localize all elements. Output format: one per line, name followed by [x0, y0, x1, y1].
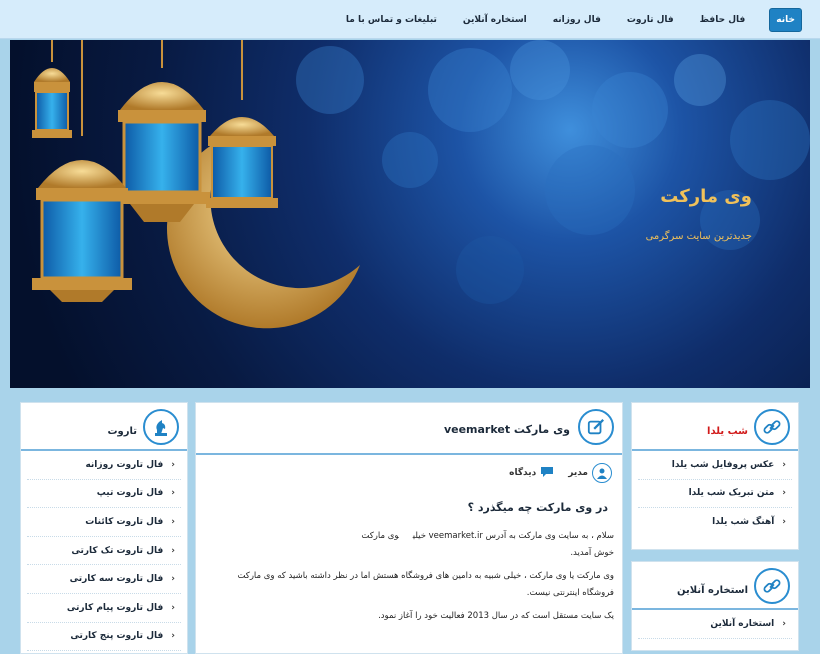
user-icon: [592, 463, 612, 483]
chevron-left-icon: ‹: [171, 631, 175, 642]
paragraph: سلام ، به سایت وی مارکت به آدرس veemarke…: [361, 531, 614, 541]
chevron-left-icon: ‹: [171, 545, 175, 556]
chevron-left-icon: ‹: [782, 517, 786, 528]
chevron-left-icon: ‹: [171, 488, 175, 499]
author-name[interactable]: مدیر: [568, 468, 588, 478]
panel-title: استخاره آنلاین: [677, 585, 748, 596]
nav-hafez[interactable]: فال حافظ: [700, 15, 746, 25]
chevron-left-icon: ‹: [171, 602, 175, 613]
article-title[interactable]: وی مارکت veemarket: [444, 423, 570, 436]
comments-link[interactable]: دیدگاه: [509, 468, 536, 478]
panel-title: شب یلدا: [707, 426, 748, 437]
nav-tarot[interactable]: فال تاروت: [627, 15, 674, 25]
comment-icon: [540, 466, 554, 481]
nav-home[interactable]: خانه: [769, 7, 802, 32]
tarot-panel: تاروت ‹ فال تاروت روزانه ‹ فال تاروت تیپ ‹…: [20, 402, 188, 654]
hero-banner: وی مارکت جدیدترین سایت سرگرمی: [10, 40, 810, 388]
chevron-left-icon: ‹: [782, 488, 786, 499]
list-item[interactable]: ‹ فال تاروت کائنات: [27, 508, 181, 537]
panel-title: تاروت: [107, 426, 137, 437]
paragraph: وی مارکت یا وی مارکت ، خیلی شبیه به دامی…: [237, 571, 614, 598]
chevron-left-icon: ‹: [171, 574, 175, 585]
nav-daily[interactable]: فال روزانه: [553, 15, 601, 25]
list-item[interactable]: ‹ فال تاروت سه کارتی: [27, 565, 181, 594]
hero-title: وی مارکت: [660, 186, 752, 207]
top-navigation: خانه فال حافظ فال تاروت فال روزانه استخا…: [0, 0, 820, 39]
list-item[interactable]: ‹ عکس پروفایل شب یلدا: [638, 451, 792, 480]
list-item[interactable]: ‹ متن تبریک شب یلدا: [638, 480, 792, 509]
nav-estekhare[interactable]: استخاره آنلاین: [463, 15, 527, 25]
article-heading: در وی مارکت چه میگذرد ؟: [467, 501, 608, 514]
list-item[interactable]: ‹ فال تاروت تک کارتی: [27, 537, 181, 566]
paragraph: یک سایت مستقل است که در سال 2013 فعالیت …: [378, 611, 614, 621]
list-item[interactable]: ‹ آهنگ شب یلدا: [638, 508, 792, 537]
nav-contact[interactable]: تبلیغات و تماس با ما: [346, 15, 437, 25]
list-item[interactable]: ‹ فال تاروت روزانه: [27, 451, 181, 480]
chevron-left-icon: ‹: [171, 459, 175, 470]
main-article: وی مارکت veemarket مدیر دیدگاه در وی مار…: [195, 402, 623, 654]
hero-subtitle: جدیدترین سایت سرگرمی: [645, 231, 752, 242]
chess-knight-icon: [143, 409, 179, 445]
article-meta: مدیر دیدگاه: [509, 463, 612, 483]
yalda-panel: شب یلدا ‹ عکس پروفایل شب یلدا ‹ متن تبریک …: [631, 402, 799, 550]
list-item[interactable]: ‹ فال تاروت تیپ: [27, 480, 181, 509]
list-item[interactable]: ‹ فال تاروت پیام کارتی: [27, 594, 181, 623]
edit-icon: [578, 409, 614, 445]
chevron-left-icon: ‹: [171, 516, 175, 527]
paragraph: خوش آمدید.: [570, 548, 614, 558]
estekhare-panel: استخاره آنلاین ‹ استخاره آنلاین: [631, 561, 799, 651]
list-item[interactable]: ‹ استخاره آنلاین: [638, 610, 792, 639]
chevron-left-icon: ‹: [782, 459, 786, 470]
lanterns-crescent-illustration: [32, 40, 810, 329]
link-icon: [754, 568, 790, 604]
chevron-left-icon: ‹: [782, 618, 786, 629]
link-icon: [754, 409, 790, 445]
